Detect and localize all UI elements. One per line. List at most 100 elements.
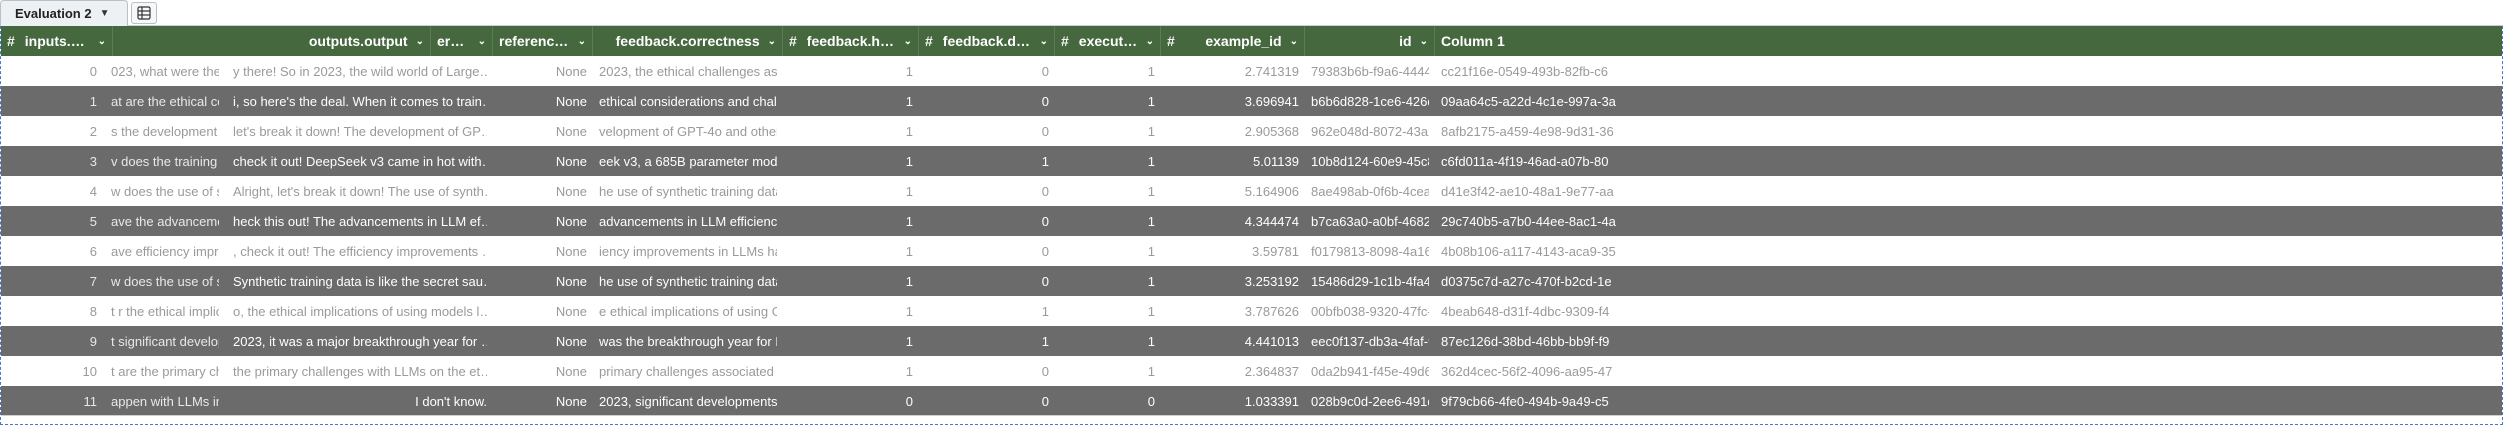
ref-cell[interactable]: None <box>493 386 593 416</box>
dope-cell[interactable]: 0 <box>919 236 1055 266</box>
corr-cell[interactable]: he use of synthetic training data plays … <box>593 176 783 206</box>
error-cell[interactable]: I don't know. <box>227 386 493 416</box>
column-header-ref[interactable]: reference.answer ⌄ <box>493 26 593 56</box>
c1-cell[interactable]: 09aa64c5-a22d-4c1e-997a-3a <box>1435 86 2502 116</box>
help-cell[interactable]: 1 <box>783 206 919 236</box>
question-cell[interactable]: w does the use of synthetic training dat… <box>105 184 219 199</box>
error-cell[interactable] <box>227 176 493 206</box>
dope-cell[interactable]: 1 <box>919 326 1055 356</box>
help-cell[interactable]: 1 <box>783 236 919 266</box>
ex-cell[interactable]: 5.01139 <box>1161 146 1305 176</box>
corr-cell[interactable]: 2023, significant developments occurred … <box>593 386 783 416</box>
id-cell[interactable]: 79383b6b-f9a6-4444-8201-e8b813c02bcb <box>1305 56 1435 86</box>
error-cell[interactable] <box>227 266 493 296</box>
table-row[interactable]: 6 ave efficiency improvements in LLMs imp… <box>1 236 2502 266</box>
help-cell[interactable]: 1 <box>783 266 919 296</box>
ex-cell[interactable]: 4.344474 <box>1161 206 1305 236</box>
exec-cell[interactable]: 1 <box>1055 86 1161 116</box>
dope-cell[interactable]: 1 <box>919 296 1055 326</box>
c1-cell[interactable]: 8afb2175-a459-4e98-9d31-36 <box>1435 116 2502 146</box>
chevron-down-icon[interactable]: ▼ <box>100 8 110 19</box>
column-header-q[interactable]: # inputs.question ⌄ <box>1 26 113 56</box>
chevron-down-icon[interactable]: ⌄ <box>478 36 486 47</box>
question-cell[interactable]: t r the ethical implications of using GP… <box>105 304 219 319</box>
dope-cell[interactable]: 0 <box>919 356 1055 386</box>
corr-cell[interactable]: he use of synthetic training data plays … <box>593 266 783 296</box>
corr-cell[interactable]: e ethical implications of using GPT-4V i… <box>593 296 783 326</box>
error-cell[interactable] <box>227 326 493 356</box>
corr-cell[interactable]: iency improvements in LLMs have signific… <box>593 236 783 266</box>
question-cell[interactable]: v does the training cost and environment… <box>105 154 219 169</box>
exec-cell[interactable]: 1 <box>1055 176 1161 206</box>
help-cell[interactable]: 1 <box>783 86 919 116</box>
help-cell[interactable]: 1 <box>783 146 919 176</box>
c1-cell[interactable]: 29c740b5-a7b0-44ee-8ac1-4a <box>1435 206 2502 236</box>
id-cell[interactable]: b7ca63a0-a0bf-4682-b f3f-d336c6815e10 <box>1305 206 1435 236</box>
column-header-id[interactable]: id ⌄ <box>1305 26 1435 56</box>
help-cell[interactable]: 0 <box>783 386 919 416</box>
corr-cell[interactable]: eek v3, a 685B parameter model, was trai… <box>593 146 783 176</box>
id-cell[interactable]: 028b9c0d-2ee6-491d-984c-03d5e43a07f0 <box>1305 386 1435 416</box>
chevron-down-icon[interactable]: ⌄ <box>578 36 586 47</box>
table-row[interactable]: 10t are the primary challenges associate… <box>1 356 2502 386</box>
ref-cell[interactable]: None <box>493 86 593 116</box>
c1-cell[interactable]: 87ec126d-38bd-46bb-bb9f-f9 <box>1435 326 2502 356</box>
question-cell[interactable]: t significant developments regarding Lar… <box>105 334 219 349</box>
ref-cell[interactable]: None <box>493 356 593 386</box>
ref-cell[interactable]: None <box>493 116 593 146</box>
column-header-help[interactable]: # feedback.helpfulness ⌄ <box>783 26 919 56</box>
column-header-out[interactable]: outputs.output ⌄ <box>113 26 431 56</box>
id-cell[interactable]: 0da2b941-f45e-49d6-a9b5-c2d9644eb07d <box>1305 356 1435 386</box>
ex-cell[interactable]: 5.164906 <box>1161 176 1305 206</box>
chevron-down-icon[interactable]: ⌄ <box>1146 36 1154 47</box>
ex-cell[interactable]: 3.59781 <box>1161 236 1305 266</box>
ref-cell[interactable]: None <box>493 266 593 296</box>
chevron-down-icon[interactable]: ⌄ <box>416 36 424 47</box>
ref-cell[interactable]: None <box>493 326 593 356</box>
ref-cell[interactable]: None <box>493 236 593 266</box>
error-cell[interactable] <box>227 206 493 236</box>
error-cell[interactable] <box>227 116 493 146</box>
table-row[interactable]: 3 v does the training cost and environmen… <box>1 146 2502 176</box>
question-cell[interactable]: w does the use of synthetic training dat… <box>105 274 219 289</box>
chevron-down-icon[interactable]: ⌄ <box>1040 36 1048 47</box>
ref-cell[interactable]: None <box>493 146 593 176</box>
table-row[interactable]: 5 ave the advancements in LLM efficiency … <box>1 206 2502 236</box>
column-header-c1[interactable]: Column 1 <box>1435 26 2502 56</box>
id-cell[interactable]: 8ae498ab-0f6b-4cea-8b91-d55d3f8bacc7 <box>1305 176 1435 206</box>
c1-cell[interactable]: 9f79cb66-4fe0-494b-9a49-c5 <box>1435 386 2502 416</box>
help-cell[interactable]: 1 <box>783 326 919 356</box>
help-cell[interactable]: 1 <box>783 296 919 326</box>
question-cell[interactable]: ave the advancements in LLM efficiency a… <box>105 214 219 229</box>
id-cell[interactable]: f0179813-8098-4a16-9f7a-9f8331e29874 <box>1305 236 1435 266</box>
chevron-down-icon[interactable]: ⌄ <box>1290 36 1298 47</box>
corr-cell[interactable]: was the breakthrough year for Large Lang… <box>593 326 783 356</box>
exec-cell[interactable]: 1 <box>1055 146 1161 176</box>
exec-cell[interactable]: 1 <box>1055 356 1161 386</box>
c1-cell[interactable]: d0375c7d-a27c-470f-b2cd-1e <box>1435 266 2502 296</box>
corr-cell[interactable]: velopment of GPT-4o and other multi-moda… <box>593 116 783 146</box>
error-cell[interactable] <box>227 356 493 386</box>
table-row[interactable]: 1 at are the ethical considerations and c… <box>1 86 2502 116</box>
ref-cell[interactable]: None <box>493 56 593 86</box>
chevron-down-icon[interactable]: ⌄ <box>98 36 106 47</box>
ex-cell[interactable]: 3.696941 <box>1161 86 1305 116</box>
question-cell[interactable]: appen with LLMs in 2023 and why they imp… <box>105 394 219 409</box>
ref-cell[interactable]: None <box>493 176 593 206</box>
help-cell[interactable]: 1 <box>783 116 919 146</box>
id-cell[interactable]: 00bfb038-9320-47fc-ad27-49bf3414251b <box>1305 296 1435 326</box>
dope-cell[interactable]: 0 <box>919 206 1055 236</box>
help-cell[interactable]: 1 <box>783 56 919 86</box>
c1-cell[interactable]: d41e3f42-ae10-48a1-9e77-aa <box>1435 176 2502 206</box>
table-row[interactable]: 7 w does the use of synthetic training da… <box>1 266 2502 296</box>
question-cell[interactable]: 023, what were the ethical challenges as… <box>105 64 219 79</box>
exec-cell[interactable]: 1 <box>1055 326 1161 356</box>
ex-cell[interactable]: 1.033391 <box>1161 386 1305 416</box>
dope-cell[interactable]: 0 <box>919 266 1055 296</box>
error-cell[interactable] <box>227 296 493 326</box>
dope-cell[interactable]: 0 <box>919 176 1055 206</box>
chevron-down-icon[interactable]: ⌄ <box>904 36 912 47</box>
column-header-corr[interactable]: feedback.correctness ⌄ <box>593 26 783 56</box>
add-sheet-button[interactable] <box>131 2 157 24</box>
question-cell[interactable]: at are the ethical considerations and ch… <box>105 94 219 109</box>
